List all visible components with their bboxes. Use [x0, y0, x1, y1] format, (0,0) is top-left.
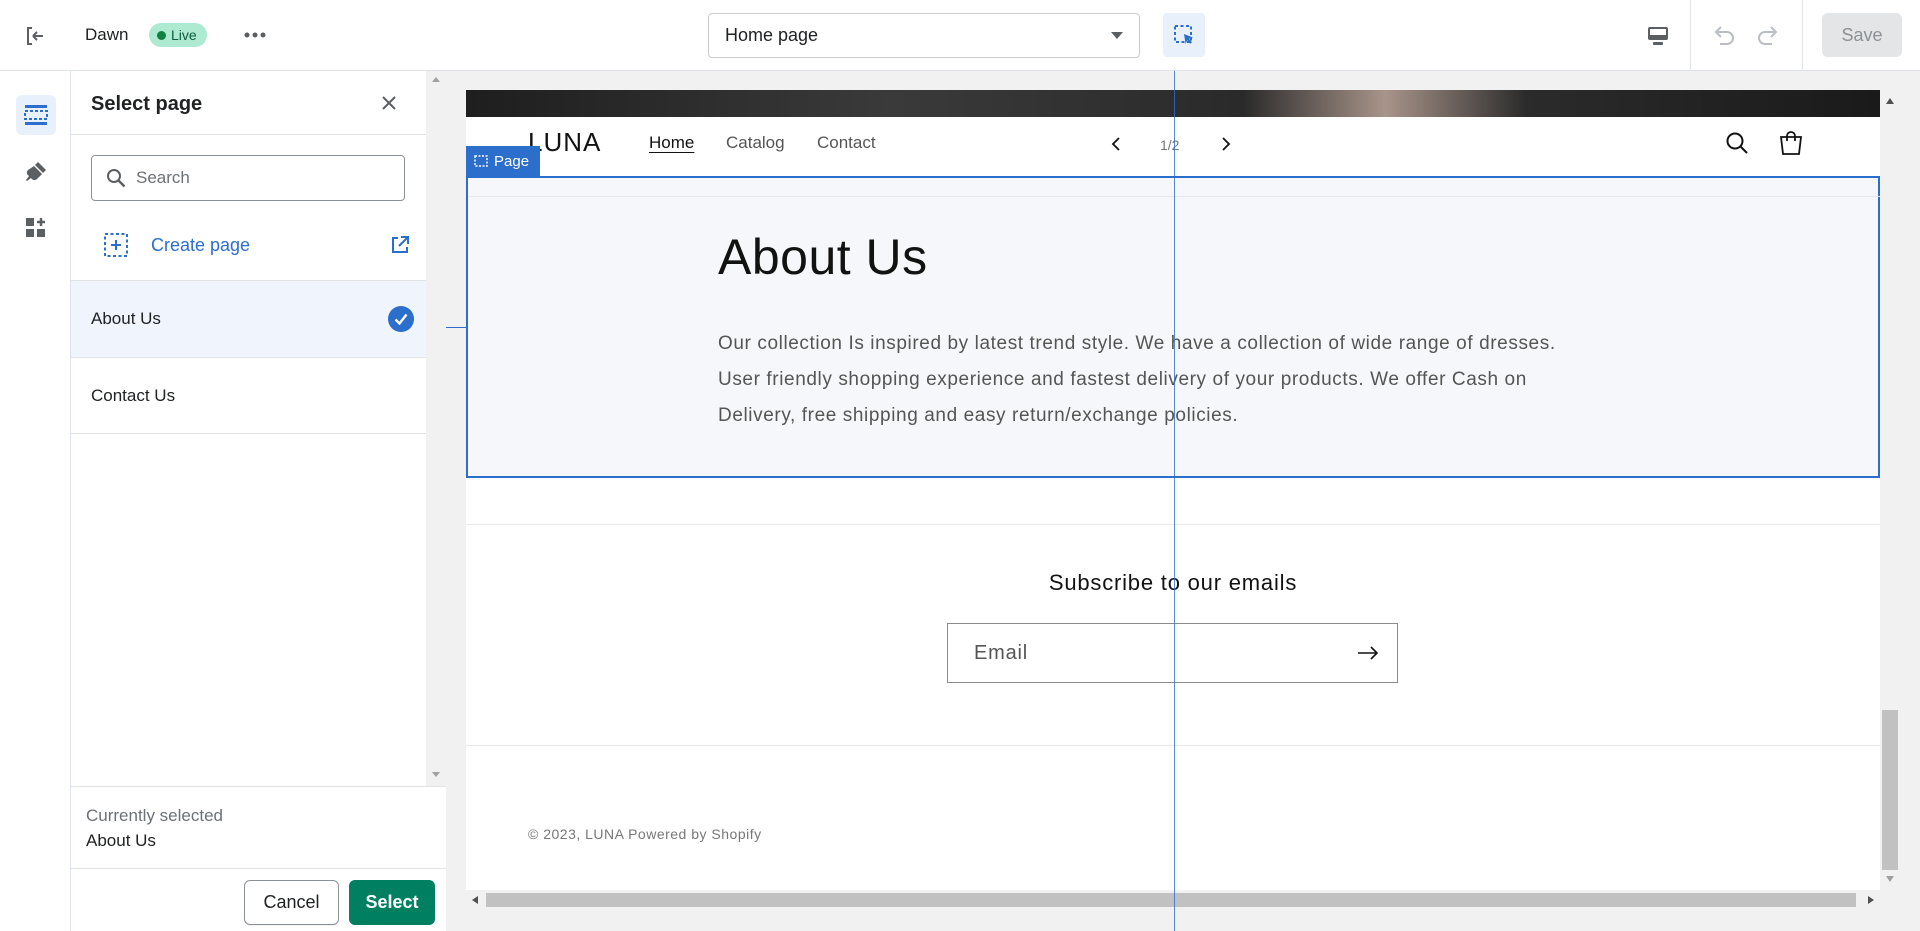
subscribe-heading: Subscribe to our emails [1048, 570, 1298, 595]
chevron-down-icon [1111, 32, 1123, 39]
select-button[interactable]: Select [349, 880, 435, 925]
section-tag-icon [474, 155, 488, 167]
select-page-panel: Select page Create page About Us [71, 71, 446, 931]
announcement-pager: 1/2 [1160, 137, 1180, 153]
panel-scrollbar[interactable] [426, 71, 446, 786]
scroll-up-arrow-icon[interactable] [432, 77, 440, 82]
more-actions-button[interactable] [240, 23, 270, 47]
external-link-icon[interactable] [389, 234, 411, 256]
panel-header: Select page [71, 71, 426, 135]
create-page-icon [104, 233, 128, 257]
center-guide-line [1174, 71, 1175, 931]
arrow-right-icon[interactable] [1357, 646, 1379, 660]
close-panel-button[interactable] [375, 89, 403, 117]
footer-divider [71, 868, 446, 869]
scroll-right-arrow-icon[interactable] [1868, 896, 1874, 904]
panel-footer: Currently selected About Us Cancel Selec… [71, 786, 446, 931]
section-tag-label: Page [494, 152, 530, 170]
section-divider [466, 745, 1880, 746]
desktop-icon [1648, 27, 1668, 45]
panel-title: Select page [91, 93, 203, 115]
toolbar-divider [1802, 0, 1803, 71]
more-icon [244, 32, 266, 38]
save-button[interactable]: Save [1822, 13, 1902, 57]
nav-link-home[interactable]: Home [649, 133, 694, 153]
redo-button[interactable] [1753, 20, 1785, 52]
page-section-selected[interactable]: About Us Our collection Is inspired by l… [466, 176, 1880, 478]
theme-settings-rail-button[interactable] [16, 152, 56, 192]
announcement-prev-button[interactable] [1106, 134, 1126, 154]
scroll-left-arrow-icon[interactable] [472, 896, 478, 904]
newsletter-email-input[interactable] [974, 641, 1357, 665]
preview-frame[interactable]: LUNA Home Catalog Contact 1/2 About Us O… [466, 90, 1880, 890]
page-selector-dropdown[interactable]: Home page [708, 13, 1140, 58]
exit-icon [27, 27, 43, 45]
announcement-next-button[interactable] [1216, 134, 1236, 154]
inspector-icon [1174, 25, 1193, 44]
horizontal-scroll-thumb[interactable] [486, 893, 1856, 907]
page-list-item-about-us[interactable]: About Us [71, 280, 426, 357]
currently-selected-label: Currently selected [86, 806, 224, 825]
live-badge-label: Live [171, 27, 197, 43]
cart-button[interactable] [1776, 128, 1806, 158]
editor-sidebar-rail [0, 71, 71, 931]
storefront-preview: LUNA Home Catalog Contact 1/2 About Us O… [446, 71, 1920, 931]
nav-link-contact[interactable]: Contact [817, 133, 876, 153]
search-icon [107, 169, 126, 188]
cancel-button[interactable]: Cancel [244, 880, 339, 925]
search-icon [1726, 132, 1748, 154]
scroll-down-arrow-icon[interactable] [432, 772, 440, 777]
undo-button[interactable] [1707, 20, 1739, 52]
toolbar-divider [1690, 0, 1691, 71]
sections-rail-button[interactable] [16, 95, 56, 135]
redo-icon [1758, 26, 1778, 45]
create-page-row[interactable]: Create page [71, 219, 426, 271]
apps-rail-button[interactable] [16, 208, 56, 248]
page-list-item-contact-us[interactable]: Contact Us [71, 357, 426, 434]
exit-button[interactable] [18, 22, 52, 50]
preview-vertical-scrollbar[interactable] [1880, 90, 1900, 890]
editor-topbar: Dawn Live Home page Save [0, 0, 1920, 71]
live-dot-icon [157, 30, 166, 40]
undo-icon [1714, 26, 1734, 45]
cart-icon [1779, 131, 1803, 155]
sections-icon [24, 105, 48, 125]
page-list-item-label: About Us [91, 309, 161, 328]
create-page-link[interactable]: Create page [151, 235, 250, 256]
hero-image-strip [466, 90, 1880, 117]
page-search-input[interactable] [136, 168, 376, 188]
section-label-tag[interactable]: Page [466, 146, 541, 176]
live-status-badge: Live [149, 23, 207, 47]
section-guide-line [446, 327, 466, 328]
chevron-right-icon [1222, 137, 1231, 151]
close-icon [382, 96, 396, 110]
theme-name: Dawn [85, 25, 129, 44]
page-selector-value: Home page [725, 25, 819, 45]
store-search-button[interactable] [1722, 128, 1752, 158]
apps-icon [26, 218, 45, 237]
desktop-preview-button[interactable] [1642, 20, 1674, 52]
store-header: LUNA Home Catalog Contact 1/2 [466, 117, 1880, 175]
page-search-field[interactable] [91, 155, 405, 201]
scroll-up-arrow-icon[interactable] [1886, 98, 1894, 104]
preview-horizontal-scrollbar[interactable] [466, 890, 1880, 910]
newsletter-email-field[interactable] [947, 623, 1398, 683]
page-body-text: Our collection Is inspired by latest tre… [718, 333, 1556, 426]
scroll-down-arrow-icon[interactable] [1886, 876, 1894, 882]
currently-selected-value: About Us [86, 831, 156, 850]
theme-settings-icon [26, 162, 46, 181]
check-icon [388, 306, 414, 332]
inspector-toggle-button[interactable] [1163, 13, 1205, 57]
nav-link-catalog[interactable]: Catalog [726, 133, 785, 153]
page-list-item-label: Contact Us [91, 385, 176, 405]
vertical-scroll-thumb[interactable] [1882, 710, 1898, 870]
page-title: About Us [718, 229, 928, 285]
footer-copyright: © 2023, LUNA Powered by Shopify [528, 826, 762, 842]
section-divider [466, 524, 1880, 525]
chevron-left-icon [1111, 137, 1120, 151]
